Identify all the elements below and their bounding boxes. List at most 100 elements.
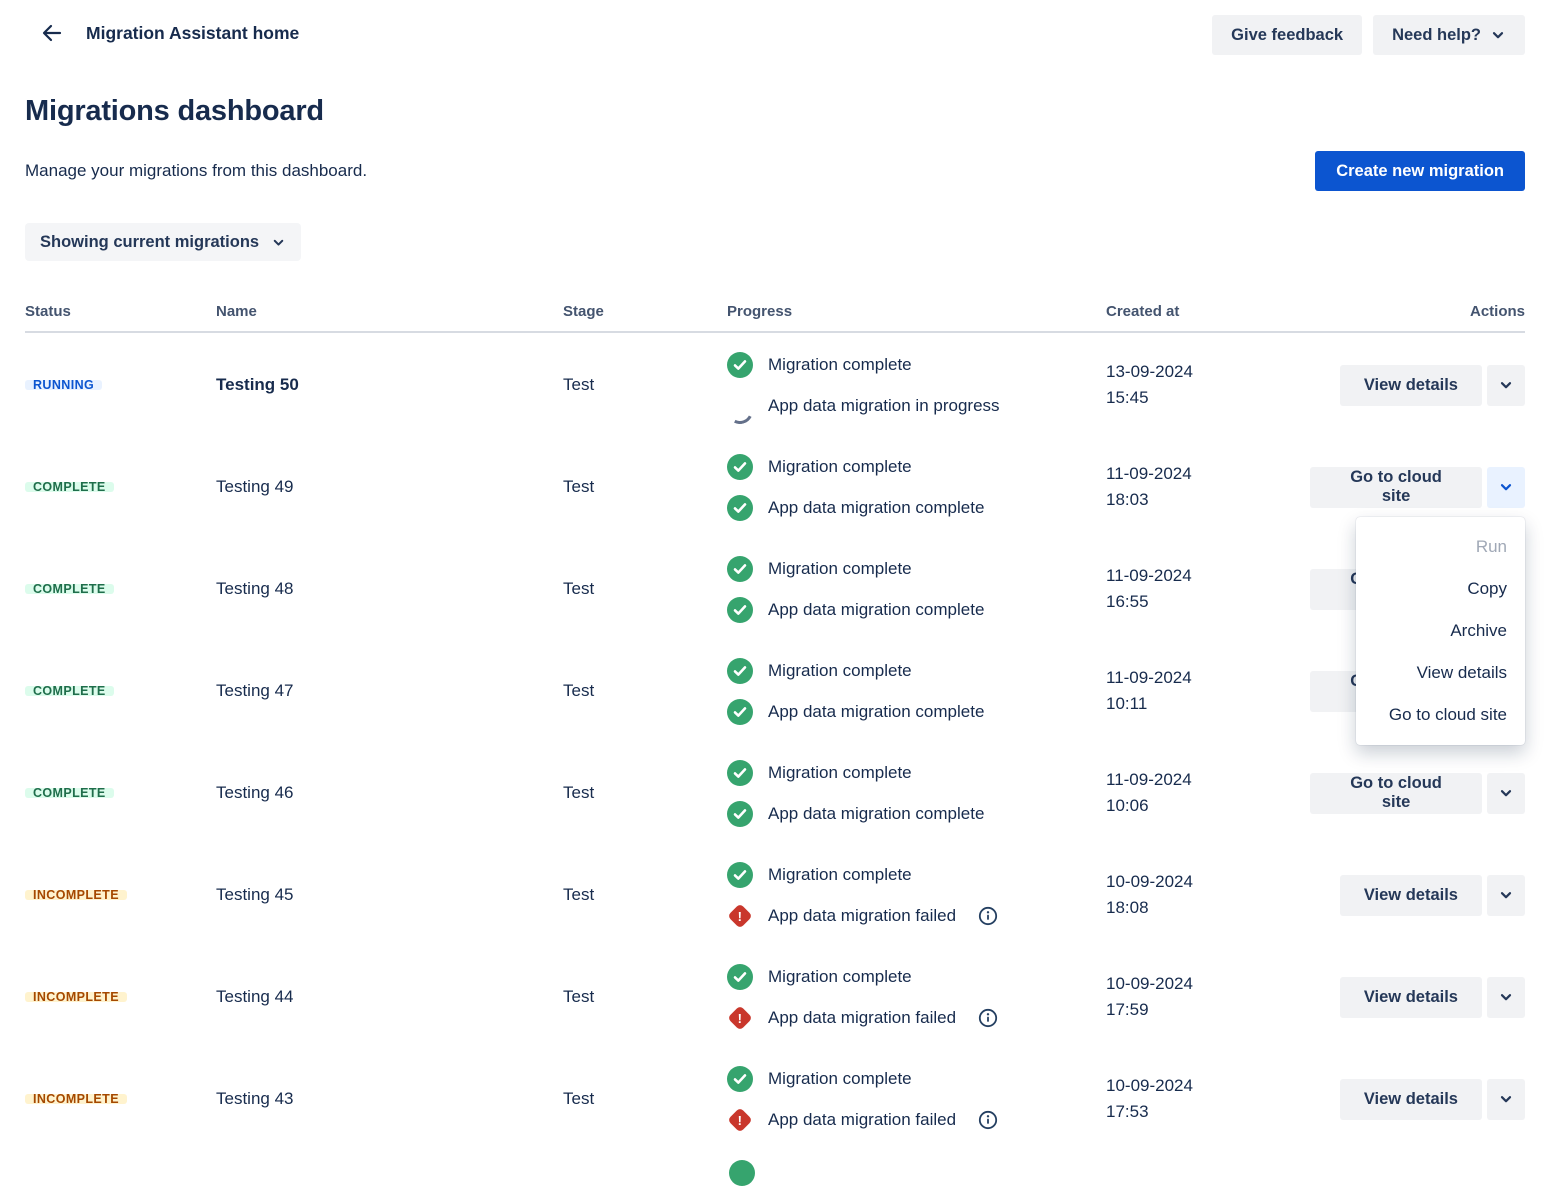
info-icon[interactable] [978, 1110, 998, 1130]
row-action-button[interactable]: Go to cloud site [1310, 773, 1482, 814]
success-check-icon [727, 658, 753, 684]
created-at-cell: 10-09-2024 18:08 [1106, 869, 1310, 921]
need-help-button[interactable]: Need help? [1373, 15, 1525, 55]
migration-name: Testing 50 [216, 375, 563, 395]
row-more-actions-button[interactable] [1487, 977, 1525, 1018]
migrations-dashboard-page: Migration Assistant home Give feedback N… [0, 0, 1566, 1168]
menu-item-archive[interactable]: Archive [1356, 610, 1525, 652]
actions-cell: View details [1310, 365, 1525, 406]
migration-stage: Test [563, 783, 727, 803]
progress-line: App data migration complete [727, 597, 1106, 623]
row-more-actions-button[interactable] [1487, 875, 1525, 916]
progress-cell: Migration complete!App data migration fa… [727, 964, 1106, 1031]
partial-next-row-success-icon [729, 1160, 755, 1186]
created-at-cell: 10-09-2024 17:59 [1106, 971, 1310, 1023]
status-badge: INCOMPLETE [25, 890, 127, 900]
status-cell: INCOMPLETE [25, 890, 216, 900]
migrations-filter-dropdown[interactable]: Showing current migrations [25, 223, 301, 261]
created-date: 10-09-2024 [1106, 971, 1310, 997]
created-time: 18:03 [1106, 487, 1310, 513]
progress-line: Migration complete [727, 1066, 1106, 1092]
progress-status-text: App data migration complete [768, 498, 984, 518]
row-action-button[interactable]: View details [1340, 977, 1482, 1018]
success-check-icon [727, 352, 753, 378]
status-cell: COMPLETE [25, 788, 216, 798]
progress-line: Migration complete [727, 454, 1106, 480]
row-action-button[interactable]: View details [1340, 875, 1482, 916]
menu-item-go-to-cloud-site[interactable]: Go to cloud site [1356, 694, 1525, 736]
created-date: 11-09-2024 [1106, 767, 1310, 793]
status-badge: COMPLETE [25, 788, 114, 798]
info-icon[interactable] [978, 906, 998, 926]
topbar-actions: Give feedback Need help? [1212, 15, 1525, 55]
migration-stage: Test [563, 1089, 727, 1109]
success-check-icon [727, 597, 753, 623]
progress-line: Migration complete [727, 556, 1106, 582]
migration-name: Testing 49 [216, 477, 563, 497]
success-check-icon [727, 556, 753, 582]
progress-line: Migration complete [727, 964, 1106, 990]
row-action-button[interactable]: View details [1340, 365, 1482, 406]
created-at-cell: 13-09-2024 15:45 [1106, 359, 1310, 411]
actions-cell: View details [1310, 977, 1525, 1018]
chevron-down-icon [1498, 785, 1514, 801]
table-row: INCOMPLETE Testing 44 Test Migration com… [25, 946, 1525, 1048]
create-new-migration-button[interactable]: Create new migration [1315, 151, 1525, 191]
migration-stage: Test [563, 579, 727, 599]
column-header-status: Status [25, 303, 216, 320]
column-header-created-at: Created at [1106, 303, 1310, 320]
progress-status-text: Migration complete [768, 763, 912, 783]
back-link[interactable]: Migration Assistant home [40, 21, 299, 45]
actions-cell: Go to cloud site [1310, 467, 1525, 508]
progress-status-text: Migration complete [768, 661, 912, 681]
progress-status-text: App data migration in progress [768, 396, 1000, 416]
created-time: 15:45 [1106, 385, 1310, 411]
progress-status-text: App data migration failed [768, 906, 956, 926]
progress-cell: Migration complete App data migration com… [727, 556, 1106, 623]
progress-status-text: App data migration complete [768, 600, 984, 620]
created-date: 10-09-2024 [1106, 1073, 1310, 1099]
give-feedback-button[interactable]: Give feedback [1212, 15, 1362, 55]
created-date: 11-09-2024 [1106, 665, 1310, 691]
created-at-cell: 10-09-2024 17:53 [1106, 1073, 1310, 1125]
progress-line: App data migration in progress [727, 393, 1106, 419]
row-more-actions-button[interactable] [1487, 467, 1525, 508]
progress-line: Migration complete [727, 658, 1106, 684]
progress-status-text: Migration complete [768, 865, 912, 885]
menu-item-copy[interactable]: Copy [1356, 568, 1525, 610]
column-header-actions: Actions [1310, 303, 1525, 320]
progress-status-text: Migration complete [768, 1069, 912, 1089]
status-badge: INCOMPLETE [25, 992, 127, 1002]
progress-status-text: App data migration complete [768, 702, 984, 722]
created-at-cell: 11-09-2024 18:03 [1106, 461, 1310, 513]
menu-item-run: Run [1356, 526, 1525, 568]
progress-line: App data migration complete [727, 495, 1106, 521]
created-date: 13-09-2024 [1106, 359, 1310, 385]
migration-stage: Test [563, 987, 727, 1007]
row-more-actions-button[interactable] [1487, 365, 1525, 406]
table-row: COMPLETE Testing 47 Test Migration compl… [25, 640, 1525, 742]
need-help-label: Need help? [1392, 26, 1481, 45]
migration-name: Testing 47 [216, 681, 563, 701]
created-time: 10:06 [1106, 793, 1310, 819]
table-header: Status Name Stage Progress Created at Ac… [25, 303, 1525, 333]
progress-cell: Migration complete!App data migration fa… [727, 862, 1106, 929]
progress-status-text: App data migration failed [768, 1110, 956, 1130]
error-icon: ! [727, 1107, 753, 1133]
column-header-name: Name [216, 303, 563, 320]
status-badge: COMPLETE [25, 686, 114, 696]
chevron-down-icon [1498, 887, 1514, 903]
error-icon: ! [727, 1005, 753, 1031]
progress-line: Migration complete [727, 352, 1106, 378]
in-progress-spinner-icon [727, 393, 753, 419]
row-more-actions-button[interactable] [1487, 1079, 1525, 1120]
row-action-button[interactable]: Go to cloud site [1310, 467, 1482, 508]
success-check-icon [727, 699, 753, 725]
progress-cell: Migration completeApp data migration com… [727, 760, 1106, 827]
menu-item-view-details[interactable]: View details [1356, 652, 1525, 694]
status-cell: RUNNING [25, 380, 216, 390]
row-more-actions-button[interactable] [1487, 773, 1525, 814]
status-badge: RUNNING [25, 380, 102, 390]
info-icon[interactable] [978, 1008, 998, 1028]
row-action-button[interactable]: View details [1340, 1079, 1482, 1120]
